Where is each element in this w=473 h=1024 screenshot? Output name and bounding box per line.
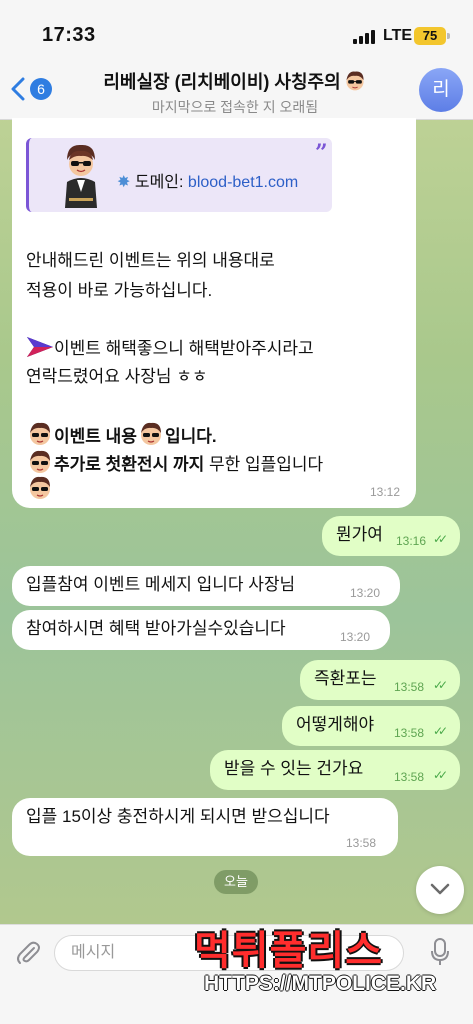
message-text: 이벤트 내용 (54, 427, 137, 446)
unread-badge: 6 (30, 78, 52, 100)
message-bubble-outgoing[interactable]: 즉환포는 13:58 ✓✓ (300, 660, 460, 700)
message-time: 13:58 (394, 680, 425, 694)
message-time: 13:58 (346, 836, 377, 850)
character-emoji-icon (346, 71, 364, 91)
card-text: ✸ 도메인: blood-bet1.com (117, 168, 298, 192)
message-time: 13:12 (370, 485, 401, 499)
message-line: 안내해드린 이벤트는 위의 내용대로 (26, 251, 275, 270)
character-emoji-icon (30, 476, 50, 499)
watermark: 먹튀폴리스 HTTPS://MTPOLICE.KR (194, 918, 444, 1002)
paperclip-icon[interactable] (14, 939, 42, 967)
quote-icon: ” (315, 140, 328, 166)
back-button[interactable]: 6 (8, 74, 60, 104)
message-text: 추가로 첫환전시 까지 (54, 455, 205, 474)
message-text: 입니다. (164, 427, 217, 446)
character-avatar-icon (65, 144, 97, 208)
network-label: LTE (383, 27, 413, 44)
read-check-icon: ✓✓ (433, 678, 448, 692)
chat-title-area[interactable]: 리베실장 (리치베이비) 사칭주의 마지막으로 접속한 지 오래됨 (70, 68, 400, 117)
read-check-icon: ✓✓ (433, 532, 448, 546)
message-text: 즉환포는 (314, 669, 377, 688)
watermark-title: 먹튀폴리스 (194, 929, 383, 973)
signal-icon (353, 30, 375, 44)
message-time: 13:20 (340, 630, 371, 644)
scroll-down-button[interactable] (416, 866, 464, 914)
message-time: 13:20 (350, 586, 381, 600)
message-text: 입플참여 이벤트 메세지 입니다 사장님 (26, 575, 296, 594)
message-bubble-incoming[interactable]: 입플참여 이벤트 메세지 입니다 사장님 13:20 (12, 566, 400, 606)
message-text: 참여하시면 혜택 받아가실수있습니다 (26, 619, 286, 638)
message-text: 어떻게해야 (296, 715, 375, 734)
message-bubble-outgoing[interactable]: 받을 수 잇는 건가요 13:58 ✓✓ (210, 750, 460, 790)
character-emoji-icon (30, 422, 50, 445)
chat-title: 리베실장 (리치베이비) 사칭주의 (70, 68, 400, 94)
date-separator: 오늘 (214, 870, 258, 894)
chat-subtitle: 마지막으로 접속한 지 오래됨 (151, 99, 319, 115)
avatar[interactable]: 리 (419, 68, 463, 112)
star-icon: ✸ (117, 174, 131, 191)
message-line: 적용이 바로 가능하십니다. (26, 281, 213, 300)
message-time: 13:58 (394, 770, 425, 784)
message-text: 뭔가여 (336, 525, 383, 544)
message-text: 입플 15이상 충전하시게 되시면 받으십니다 (26, 807, 330, 826)
watermark-url: HTTPS://MTPOLICE.KR (204, 972, 437, 995)
message-bubble-outgoing[interactable]: 어떻게해야 13:58 ✓✓ (282, 706, 460, 746)
chevron-left-icon (11, 77, 25, 101)
message-bubble-incoming[interactable]: 입플 15이상 충전하시게 되시면 받으십니다 13:58 (12, 798, 398, 856)
battery-tip (447, 33, 450, 39)
character-emoji-icon (30, 450, 50, 473)
link-preview-card[interactable]: ” ✸ 도메인: blood-bet1.com (26, 138, 332, 212)
domain-link[interactable]: blood-bet1.com (188, 174, 298, 191)
character-emoji-icon (140, 422, 161, 445)
message-text: 무한 입플입니다 (204, 455, 324, 474)
card-label: 도메인: (134, 174, 188, 191)
message-text: 이벤트 해택좋으니 해택받아주시라고 (54, 339, 314, 358)
status-bar: 17:33 LTE 75 (0, 0, 473, 60)
arrow-emoji-icon (27, 337, 53, 357)
message-bubble-outgoing[interactable]: 뭔가여 13:16 ✓✓ (322, 516, 460, 556)
message-time: 13:16 (396, 534, 427, 548)
message-line-6: 추가로 첫환전시 까지 무한 입플입니다 (26, 448, 323, 480)
chat-header: 6 리베실장 (리치베이비) 사칭주의 마지막으로 접속한 지 오래됨 리 (0, 60, 473, 120)
message-time: 13:58 (394, 726, 425, 740)
message-line-3: 이벤트 해택좋으니 해택받아주시라고 (26, 334, 314, 364)
chevron-down-icon (430, 883, 450, 895)
read-check-icon: ✓✓ (433, 724, 448, 738)
message-line: 연락드렸어요 사장님 ㅎㅎ (26, 367, 208, 386)
status-time: 17:33 (42, 24, 96, 46)
message-text: 받을 수 잇는 건가요 (224, 759, 364, 778)
read-check-icon: ✓✓ (433, 768, 448, 782)
chat-title-text: 리베실장 (리치베이비) 사칭주의 (103, 72, 341, 92)
battery-icon: 75 (414, 27, 446, 45)
message-bubble-incoming[interactable]: 참여하시면 혜택 받아가실수있습니다 13:20 (12, 610, 390, 650)
